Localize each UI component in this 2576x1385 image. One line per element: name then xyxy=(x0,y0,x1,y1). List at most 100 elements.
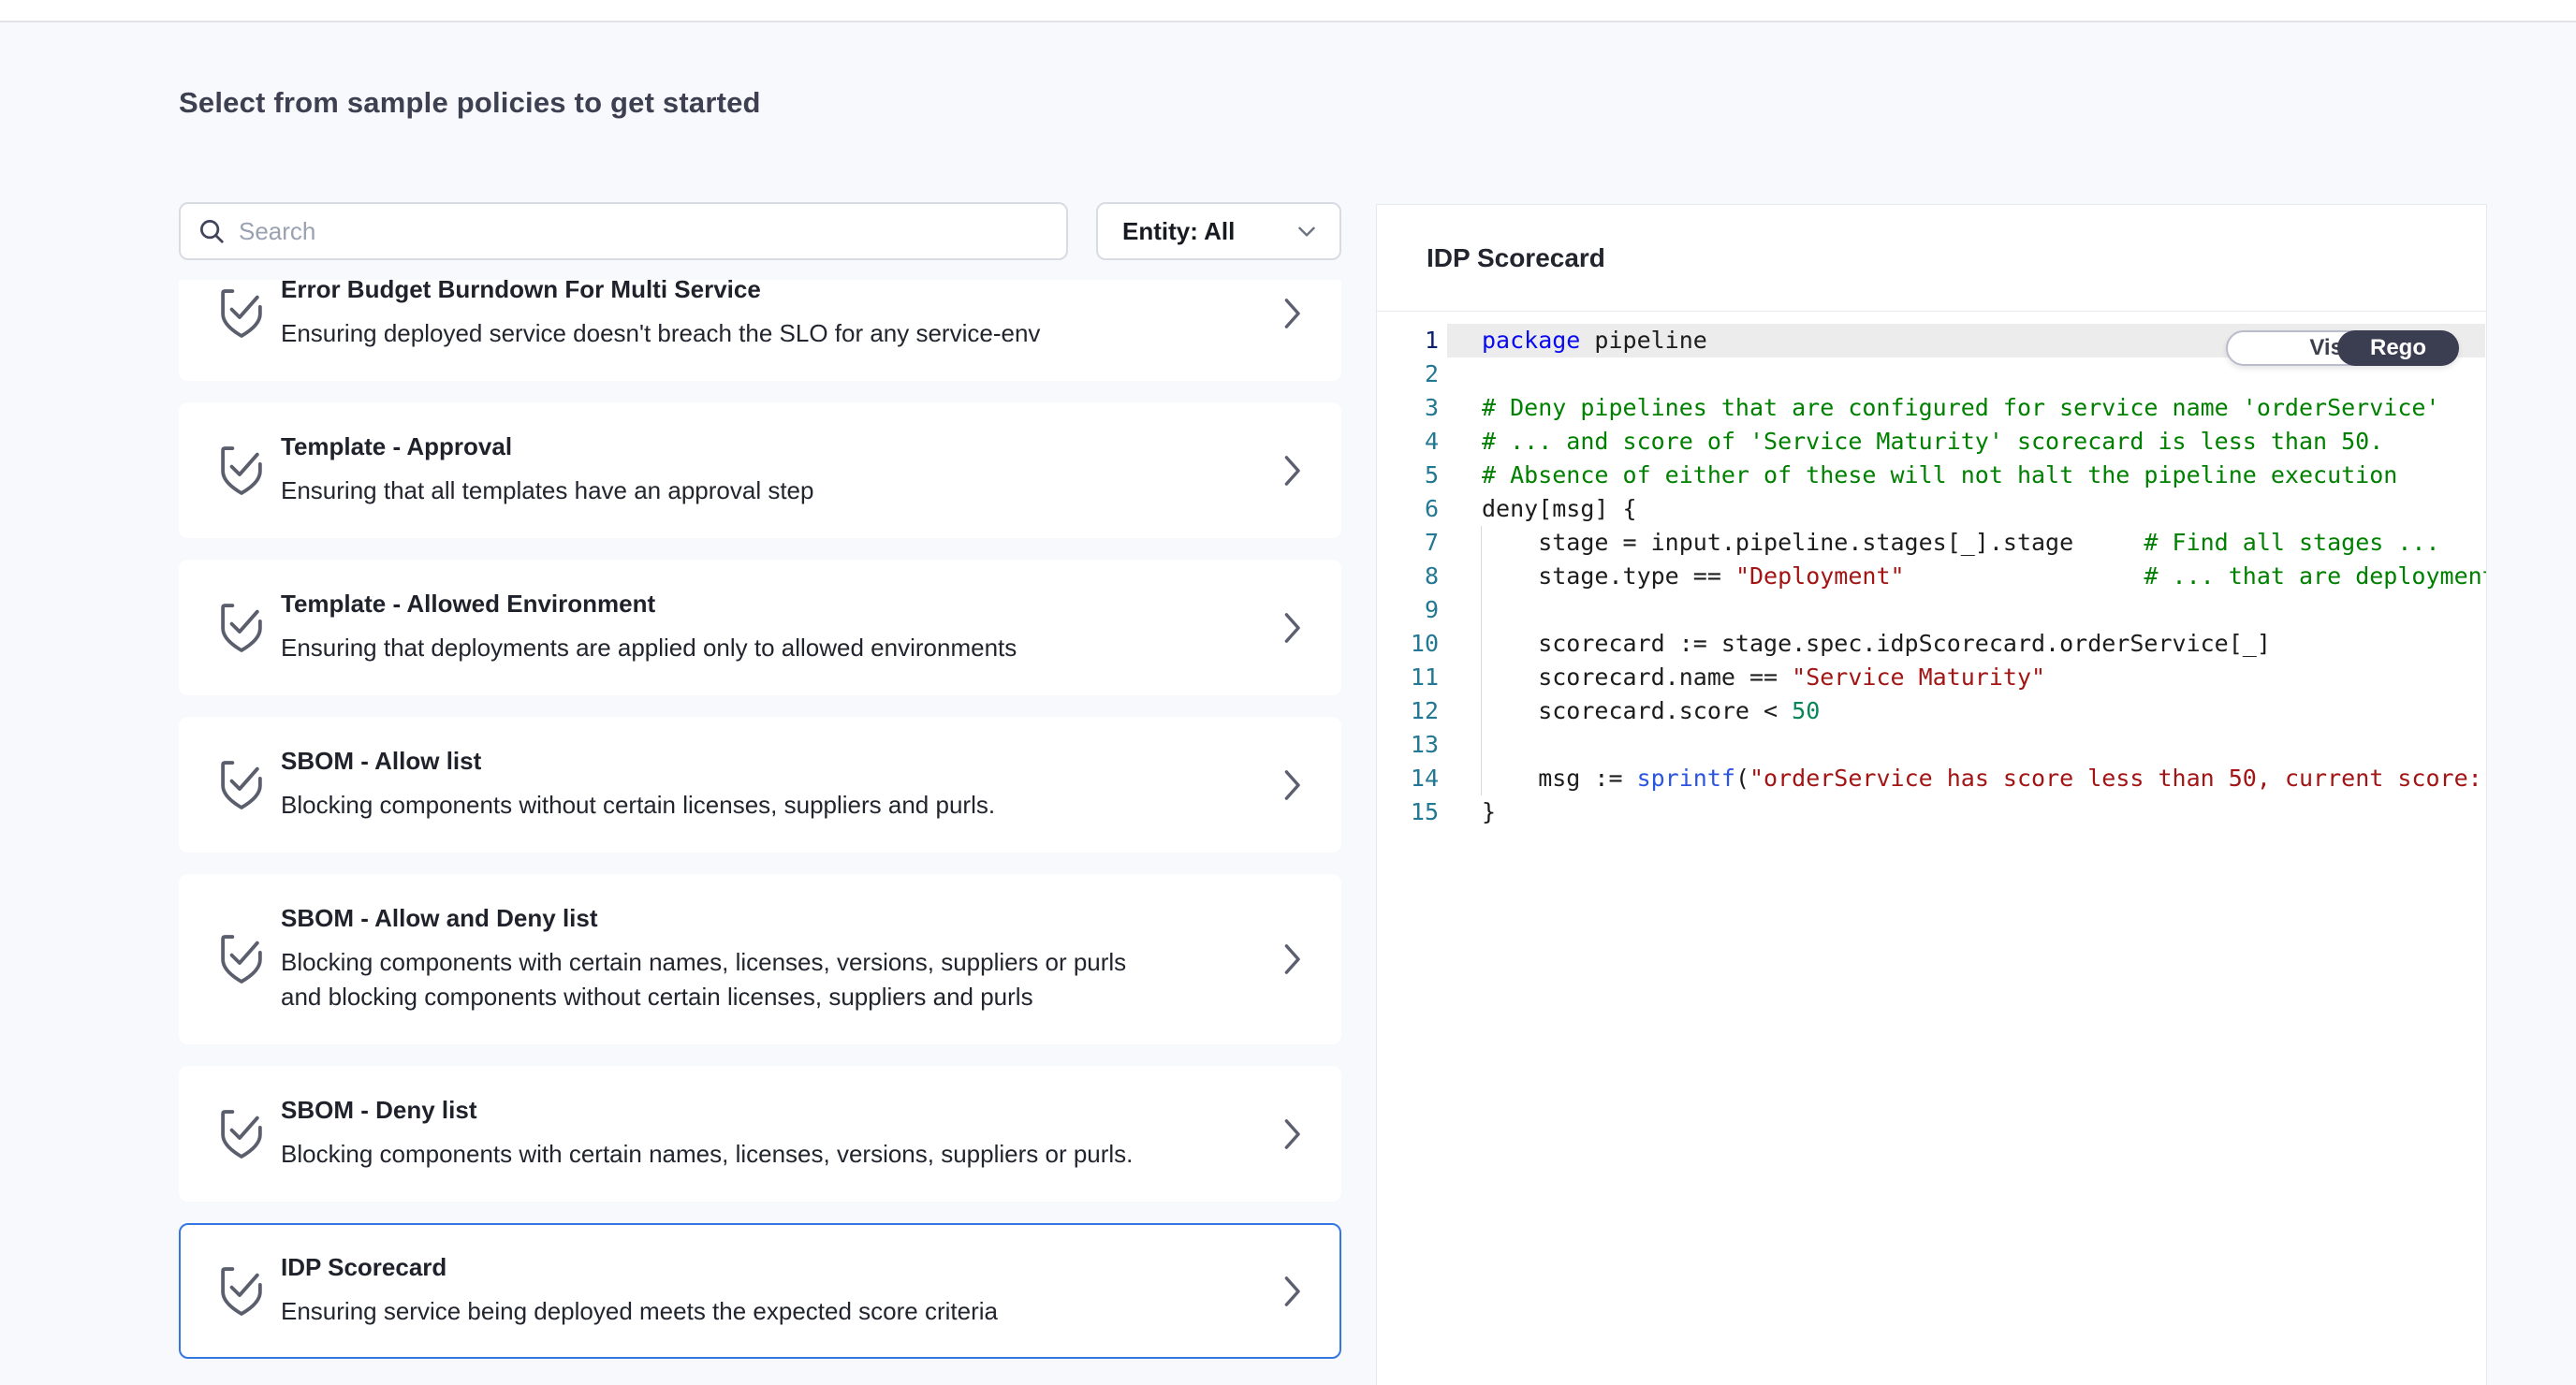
code-line: 4# ... and score of 'Service Maturity' s… xyxy=(1377,425,2486,459)
line-number: 8 xyxy=(1377,560,1439,593)
page-title: Select from sample policies to get start… xyxy=(179,86,761,120)
code-line: 3# Deny pipelines that are configured fo… xyxy=(1377,391,2486,425)
shield-check-icon xyxy=(215,284,268,343)
search-icon xyxy=(198,217,226,245)
entity-filter-dropdown[interactable]: Entity: All xyxy=(1096,202,1341,260)
line-number: 12 xyxy=(1377,694,1439,728)
code-text xyxy=(1439,593,1482,627)
line-number: 5 xyxy=(1377,459,1439,492)
code-line: 5# Absence of either of these will not h… xyxy=(1377,459,2486,492)
code-text: # Deny pipelines that are configured for… xyxy=(1439,391,2440,425)
line-number: 13 xyxy=(1377,728,1439,762)
policy-card-text: SBOM - Allow and Deny list Blocking comp… xyxy=(281,904,1142,1014)
shield-check-icon xyxy=(215,1105,268,1163)
toggle-rego-option[interactable]: Rego xyxy=(2337,330,2459,366)
chevron-right-icon xyxy=(1283,1276,1302,1307)
line-number: 14 xyxy=(1377,762,1439,795)
policy-card[interactable]: Template - Approval Ensuring that all te… xyxy=(179,402,1341,538)
policy-card-text: SBOM - Allow list Blocking components wi… xyxy=(281,747,995,823)
code-line: 14 msg := sprintf("orderService has scor… xyxy=(1377,762,2486,795)
policy-card-text: Error Budget Burndown For Multi Service … xyxy=(281,280,1040,351)
line-number: 1 xyxy=(1377,324,1439,357)
policy-card[interactable]: SBOM - Allow and Deny list Blocking comp… xyxy=(179,874,1341,1044)
line-number: 3 xyxy=(1377,391,1439,425)
chevron-right-icon xyxy=(1283,769,1302,801)
policy-card-title: SBOM - Allow and Deny list xyxy=(281,904,1142,933)
chevron-right-icon xyxy=(1283,612,1302,644)
chevron-right-icon xyxy=(1283,298,1302,329)
chevron-down-icon xyxy=(1295,219,1319,243)
code-line: 9 xyxy=(1377,593,2486,627)
search-input[interactable] xyxy=(239,217,1025,246)
code-text: scorecard.name == "Service Maturity" xyxy=(1439,661,2045,694)
code-text: } xyxy=(1439,795,1496,829)
policy-card-description: Ensuring deployed service doesn't breach… xyxy=(281,316,1040,351)
policy-card-title: Template - Approval xyxy=(281,432,813,461)
policy-card-description: Blocking components with certain names, … xyxy=(281,1137,1133,1172)
policy-card-text: SBOM - Deny list Blocking components wit… xyxy=(281,1096,1133,1172)
policy-card-title: SBOM - Deny list xyxy=(281,1096,1133,1125)
line-number: 9 xyxy=(1377,593,1439,627)
policy-card[interactable]: Error Budget Burndown For Multi Service … xyxy=(179,280,1341,381)
policy-card[interactable]: IDP Scorecard Ensuring service being dep… xyxy=(179,1223,1341,1359)
policy-card[interactable]: Template - Allowed Environment Ensuring … xyxy=(179,560,1341,695)
code-line: 11 scorecard.name == "Service Maturity" xyxy=(1377,661,2486,694)
code-text: scorecard := stage.spec.idpScorecard.ord… xyxy=(1439,627,2271,661)
code-text: # Absence of either of these will not ha… xyxy=(1439,459,2397,492)
code-text: # ... and score of 'Service Maturity' sc… xyxy=(1439,425,2383,459)
detail-header: IDP Scorecard xyxy=(1377,205,2486,312)
line-number: 4 xyxy=(1377,425,1439,459)
code-text: stage.type == "Deployment" # ... that ar… xyxy=(1439,560,2486,593)
policy-card-text: Template - Allowed Environment Ensuring … xyxy=(281,590,1017,665)
shield-check-icon xyxy=(215,599,268,657)
code-line: 10 scorecard := stage.spec.idpScorecard.… xyxy=(1377,627,2486,661)
code-line: 6deny[msg] { xyxy=(1377,492,2486,526)
code-line: 8 stage.type == "Deployment" # ... that … xyxy=(1377,560,2486,593)
shield-check-icon xyxy=(215,442,268,500)
code-text: deny[msg] { xyxy=(1439,492,1637,526)
detail-title: IDP Scorecard xyxy=(1427,243,1605,273)
policy-card-text: IDP Scorecard Ensuring service being dep… xyxy=(281,1253,998,1329)
policy-card-description: Ensuring that deployments are applied on… xyxy=(281,631,1017,665)
policy-card-description: Blocking components with certain names, … xyxy=(281,945,1142,1014)
policy-list: Error Budget Burndown For Multi Service … xyxy=(179,280,1341,1385)
shield-check-icon xyxy=(215,1262,268,1320)
code-text: stage = input.pipeline.stages[_].stage #… xyxy=(1439,526,2440,560)
line-number: 7 xyxy=(1377,526,1439,560)
chevron-right-icon xyxy=(1283,455,1302,487)
code-text: scorecard.score < 50 xyxy=(1439,694,1820,728)
policy-card-description: Blocking components without certain lice… xyxy=(281,788,995,823)
shield-check-icon xyxy=(215,930,268,988)
shield-check-icon xyxy=(215,756,268,814)
code-text xyxy=(1439,357,1482,391)
code-editor[interactable]: 1package pipeline23# Deny pipelines that… xyxy=(1377,312,2486,1385)
line-number: 2 xyxy=(1377,357,1439,391)
policy-card-text: Template - Approval Ensuring that all te… xyxy=(281,432,813,508)
code-line: 15} xyxy=(1377,795,2486,829)
line-number: 15 xyxy=(1377,795,1439,829)
policy-card-description: Ensuring that all templates have an appr… xyxy=(281,474,813,508)
search-box[interactable] xyxy=(179,202,1068,260)
chevron-right-icon xyxy=(1283,1118,1302,1150)
policy-card[interactable]: SBOM - Deny list Blocking components wit… xyxy=(179,1066,1341,1202)
code-text: package pipeline xyxy=(1439,324,1707,357)
policy-detail-panel: IDP Scorecard Visual Rego 1package pipel… xyxy=(1376,204,2487,1385)
code-text: msg := sprintf("orderService has score l… xyxy=(1439,762,2486,795)
policy-card-title: SBOM - Allow list xyxy=(281,747,995,776)
code-text xyxy=(1439,728,1482,762)
policy-card[interactable]: SBOM - Allow list Blocking components wi… xyxy=(179,717,1341,853)
visual-rego-toggle[interactable]: Visual Rego xyxy=(2226,330,2459,366)
policy-card-title: Template - Allowed Environment xyxy=(281,590,1017,619)
code-line: 12 scorecard.score < 50 xyxy=(1377,694,2486,728)
line-number: 6 xyxy=(1377,492,1439,526)
policy-card-title: IDP Scorecard xyxy=(281,1253,998,1282)
policy-card-description: Ensuring service being deployed meets th… xyxy=(281,1294,998,1329)
code-line: 7 stage = input.pipeline.stages[_].stage… xyxy=(1377,526,2486,560)
line-number: 11 xyxy=(1377,661,1439,694)
chevron-right-icon xyxy=(1283,943,1302,975)
policy-card-title: Error Budget Burndown For Multi Service xyxy=(281,280,1040,304)
line-number: 10 xyxy=(1377,627,1439,661)
entity-filter-label: Entity: All xyxy=(1122,217,1235,246)
code-line: 13 xyxy=(1377,728,2486,762)
top-bar xyxy=(0,0,2576,21)
